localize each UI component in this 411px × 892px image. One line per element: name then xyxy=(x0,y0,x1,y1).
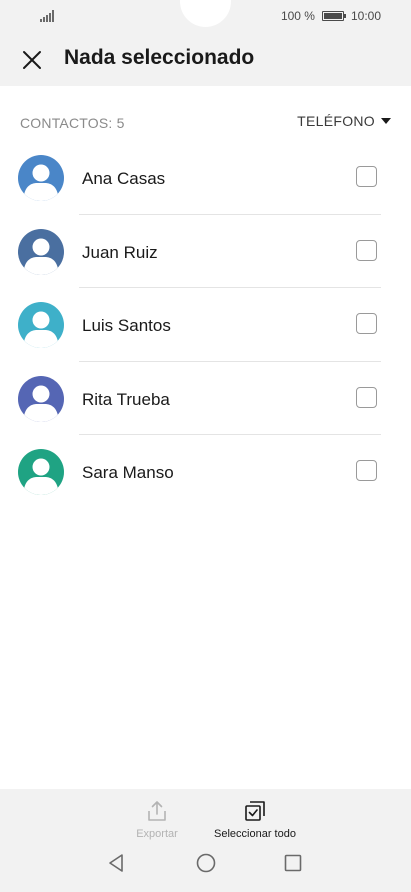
app-bar: Nada seleccionado xyxy=(0,32,411,86)
select-all-button[interactable]: Seleccionar todo xyxy=(208,799,302,840)
contact-count-label: CONTACTOS: 5 xyxy=(20,115,125,131)
export-label: Exportar xyxy=(136,828,178,840)
contact-name: Luis Santos xyxy=(82,316,171,335)
page-title: Nada seleccionado xyxy=(64,46,255,69)
person-icon xyxy=(18,375,64,422)
status-bar: 100 % 10:00 xyxy=(0,0,411,32)
filter-label: TELÉFONO xyxy=(297,113,375,129)
contact-row[interactable]: Luis Santos xyxy=(0,288,411,362)
close-button[interactable] xyxy=(14,42,50,78)
contact-checkbox[interactable] xyxy=(356,166,377,187)
status-right: 100 % 10:00 xyxy=(281,9,381,23)
person-icon xyxy=(18,228,64,275)
contact-list: Ana Casas Juan Ruiz Luis Santos Rita Tru… xyxy=(0,141,411,509)
avatar xyxy=(18,375,64,422)
clock: 10:00 xyxy=(350,9,381,23)
signal-icon xyxy=(40,10,54,22)
bottom-bar: Exportar Seleccionar todo xyxy=(0,789,411,892)
contact-checkbox[interactable] xyxy=(356,386,377,408)
contact-checkbox[interactable] xyxy=(356,239,377,261)
contact-row[interactable]: Sara Manso xyxy=(0,435,411,509)
caret-down-icon xyxy=(381,118,391,124)
camera-notch xyxy=(180,0,231,27)
export-button[interactable]: Exportar xyxy=(132,799,182,840)
system-nav-bar xyxy=(0,843,411,883)
account-filter-dropdown[interactable]: TELÉFONO xyxy=(297,113,391,129)
contact-checkbox[interactable] xyxy=(356,313,377,334)
nav-home-button[interactable] xyxy=(192,849,220,877)
avatar xyxy=(18,302,64,348)
export-icon xyxy=(148,801,166,821)
select-all-icon xyxy=(245,801,265,821)
person-icon xyxy=(18,155,64,201)
contact-name: Ana Casas xyxy=(82,169,166,188)
avatar xyxy=(18,228,64,275)
nav-recents-button[interactable] xyxy=(279,849,307,877)
contact-name: Rita Trueba xyxy=(82,389,170,409)
battery-level xyxy=(323,13,342,19)
back-icon xyxy=(109,854,123,872)
battery-icon xyxy=(321,11,346,21)
nav-back-button[interactable] xyxy=(103,849,131,877)
person-icon xyxy=(18,449,64,495)
person-icon xyxy=(18,302,64,348)
select-all-label: Seleccionar todo xyxy=(214,828,296,840)
list-header: CONTACTOS: 5 TELÉFONO xyxy=(0,86,411,146)
battery-percentage: 100 % xyxy=(280,9,315,23)
contact-checkbox[interactable] xyxy=(356,460,377,481)
avatar xyxy=(18,449,64,495)
contact-row[interactable]: Rita Trueba xyxy=(0,362,411,435)
close-icon xyxy=(23,51,41,69)
contact-name: Juan Ruiz xyxy=(82,242,158,262)
recents-icon xyxy=(284,854,302,872)
contact-row[interactable]: Ana Casas xyxy=(0,141,411,215)
contact-row[interactable]: Juan Ruiz xyxy=(0,215,411,288)
home-icon xyxy=(196,853,216,873)
avatar xyxy=(18,155,64,201)
contact-name: Sara Manso xyxy=(82,463,174,482)
